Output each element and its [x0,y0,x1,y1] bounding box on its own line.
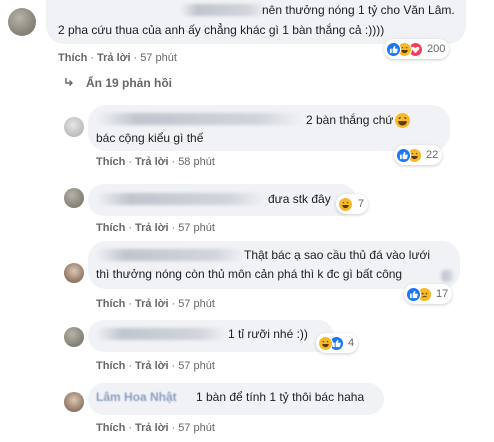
reply-meta: Thích · Trả lời · 57 phút [96,298,215,310]
avatar[interactable] [64,327,84,347]
avatar[interactable] [64,263,84,283]
timestamp[interactable]: 58 phút [178,156,215,168]
comment-text-line1: nên thưởng nóng 1 tỷ cho Văn Lâm. [262,3,455,17]
reaction-summary[interactable]: 22 [394,145,443,165]
reply-text-line1: Thật bác ạ sao cầu thủ đá vào lưới [244,248,431,262]
reaction-summary[interactable]: 4 [316,333,359,353]
like-button[interactable]: Thích [96,156,125,168]
avatar[interactable] [64,117,84,137]
like-button[interactable]: Thích [58,52,87,64]
avatar[interactable] [64,392,84,412]
reply-meta: Thích · Trả lời · 58 phút [96,156,215,168]
reply-button[interactable]: Trả lời [135,422,169,434]
reaction-count: 17 [436,288,449,300]
author-name-redacted[interactable] [96,193,264,205]
author-name-redacted[interactable] [180,4,266,16]
timestamp[interactable]: 57 phút [178,222,215,234]
author-name-redacted[interactable] [96,328,226,340]
reaction-summary[interactable]: 17 [404,284,453,304]
like-icon [386,41,401,57]
hide-replies-link[interactable]: Ẩn 19 phản hồi [86,76,172,90]
like-button[interactable]: Thích [96,222,125,234]
like-button[interactable]: Thích [96,298,125,310]
like-icon [396,147,411,163]
reply-text-line1: 2 bàn thắng chứ [306,113,394,127]
reply-meta: Thích · Trả lời · 57 phút [96,222,215,234]
haha-icon [395,113,410,128]
comment-meta: Thích · Trả lời · 57 phút [58,52,177,64]
like-button[interactable]: Thích [96,422,125,434]
like-button[interactable]: Thích [96,360,125,372]
comment-text-line2: 2 pha cứu thua của anh ấy chẳng khác gì … [58,23,385,37]
timestamp[interactable]: 57 phút [178,298,215,310]
like-icon [406,286,421,302]
author-name-redacted [440,270,454,282]
reply-text-line2: thì thưởng nóng còn thủ môn cản phá thì … [96,267,403,281]
reply-button[interactable]: Trả lời [135,222,169,234]
reaction-summary[interactable]: 200 [384,39,450,59]
haha-icon [338,196,353,212]
author-name-redacted[interactable] [96,249,244,261]
timestamp[interactable]: 57 phút [178,360,215,372]
reply-button[interactable]: Trả lời [135,360,169,372]
timestamp[interactable]: 57 phút [178,422,215,434]
reply-button[interactable]: Trả lời [97,52,131,64]
reply-button[interactable]: Trả lời [135,156,169,168]
author-name-partial[interactable]: Lâm Hoa Nhật [96,390,177,405]
haha-icon [318,335,333,351]
reaction-count: 7 [358,198,365,210]
reply-meta: Thích · Trả lời · 57 phút [96,360,215,372]
reaction-count: 22 [426,149,439,161]
reply-arrow-icon [64,76,74,86]
reaction-count: 200 [427,43,446,55]
avatar[interactable] [8,8,36,36]
reply-text-line1: 1 bàn để tính 1 tỷ thôi bác haha [196,390,365,404]
reaction-summary[interactable]: 7 [336,194,369,214]
timestamp[interactable]: 57 phút [140,52,177,64]
reply-meta: Thích · Trả lời · 57 phút [96,422,215,434]
author-name-redacted[interactable] [96,113,302,125]
avatar[interactable] [64,188,84,208]
reply-text-line1: 1 tỉ rưỡi nhé :)) [228,327,308,341]
reply-text-line2: bác cộng kiểu gì thế [96,131,204,145]
reaction-count: 4 [348,337,355,349]
reply-button[interactable]: Trả lời [135,298,169,310]
reply-text-line1: đưa stk đây [268,192,331,206]
